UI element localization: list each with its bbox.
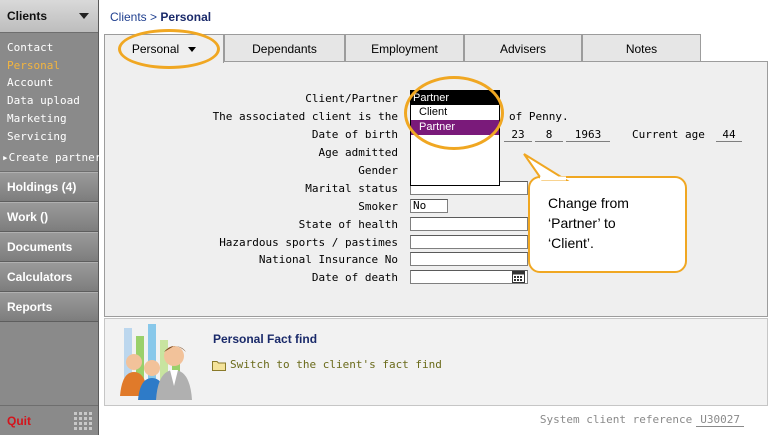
associated-client-label: The associated client is the <box>212 110 398 123</box>
date-of-death-field[interactable] <box>410 270 528 284</box>
hazardous-sports-field[interactable] <box>410 235 528 249</box>
dob-month-field[interactable]: 8 <box>535 128 563 142</box>
tab-dependants[interactable]: Dependants <box>224 34 345 62</box>
national-insurance-field[interactable] <box>410 252 528 266</box>
current-age-value: 44 <box>716 128 742 142</box>
sidebar-item-personal[interactable]: Personal <box>0 57 98 75</box>
smoker-label: Smoker <box>358 200 398 213</box>
client-partner-dropdown[interactable]: Partner Client Partner <box>410 90 500 186</box>
date-of-death-label: Date of death <box>311 271 398 284</box>
sidebar-section-label: Documents <box>7 239 73 254</box>
sidebar-section-calculators[interactable]: Calculators <box>0 261 98 292</box>
sidebar-section-documents[interactable]: Documents <box>0 231 98 262</box>
associated-client-suffix: of Penny. <box>509 110 569 123</box>
hazardous-sports-label: Hazardous sports / pastimes <box>219 236 398 249</box>
tab-label: Employment <box>371 41 438 56</box>
breadcrumb-parent[interactable]: Clients <box>110 10 147 24</box>
people-chart-icon <box>120 324 192 400</box>
bullet-arrow-icon: ▸ <box>2 151 9 165</box>
dropdown-option-client[interactable]: Client <box>411 105 499 120</box>
dob-day-field[interactable]: 23 <box>504 128 532 142</box>
sidebar-section-reports[interactable]: Reports <box>0 291 98 322</box>
national-insurance-label: National Insurance No <box>258 253 398 266</box>
dropdown-arrow-icon <box>188 46 197 52</box>
breadcrumb-current: Personal <box>160 10 212 24</box>
sidebar-section-label: Calculators <box>7 269 73 284</box>
sidebar-header-clients[interactable]: Clients <box>0 0 98 33</box>
switch-fact-find-label: Switch to the client's fact find <box>230 358 442 371</box>
current-age-label: Current age <box>632 128 705 141</box>
tab-label: Notes <box>625 41 658 56</box>
health-field[interactable] <box>410 217 528 231</box>
tab-employment[interactable]: Employment <box>345 34 464 62</box>
sidebar-section-label: Reports <box>7 299 53 314</box>
dropdown-arrow-icon <box>79 13 89 19</box>
system-ref-label: System client reference <box>539 413 693 426</box>
sidebar-section-label: Holdings (4) <box>7 179 77 194</box>
tab-advisers[interactable]: Advisers <box>464 34 582 62</box>
sidebar-header-label: Clients <box>7 9 48 23</box>
health-label: State of health <box>298 218 398 231</box>
tab-notes[interactable]: Notes <box>582 34 701 62</box>
sidebar-subnav: Contact Personal Account Data upload Mar… <box>0 33 101 172</box>
age-admitted-label: Age admitted <box>318 146 398 159</box>
quit-label: Quit <box>7 413 31 428</box>
instruction-callout: Change from ‘Partner’ to ‘Client’. <box>528 176 687 273</box>
tab-label: Advisers <box>499 41 546 56</box>
sidebar-section-label: Work () <box>7 209 49 224</box>
marital-status-label: Marital status <box>305 182 398 195</box>
sidebar-section-work[interactable]: Work () <box>0 201 98 232</box>
fact-find-title: Personal Fact find <box>213 332 318 346</box>
sidebar: Clients Contact Personal Account Data up… <box>0 0 101 435</box>
folder-icon <box>212 360 226 371</box>
dob-year-field[interactable]: 1963 <box>566 128 610 142</box>
sidebar-section-holdings[interactable]: Holdings (4) <box>0 171 98 202</box>
callout-pointer-icon <box>523 153 570 181</box>
system-ref-value: U30027 <box>696 413 744 427</box>
system-client-reference: System client reference U30027 <box>540 413 744 427</box>
sidebar-item-contact[interactable]: Contact <box>0 39 98 57</box>
sidebar-item-marketing[interactable]: Marketing <box>0 110 98 128</box>
dropdown-option-partner[interactable]: Partner <box>411 120 499 135</box>
callout-line: ‘Client’. <box>548 235 594 251</box>
sidebar-item-data-upload[interactable]: Data upload <box>0 92 98 110</box>
breadcrumb: Clients > Personal <box>110 10 211 24</box>
dob-label: Date of birth <box>311 128 398 141</box>
quit-button[interactable]: Quit <box>0 405 98 435</box>
tab-label: Personal <box>131 42 180 56</box>
client-partner-label: Client/Partner <box>305 92 398 105</box>
create-partner-label: Create partner <box>8 151 102 165</box>
tab-label: Dependants <box>252 41 317 56</box>
sidebar-item-account[interactable]: Account <box>0 74 98 92</box>
sidebar-item-create-partner[interactable]: ▸Create partner <box>0 149 101 167</box>
callout-line: ‘Partner’ to <box>548 215 616 231</box>
tab-personal[interactable]: Personal <box>104 34 224 63</box>
switch-fact-find-link[interactable]: Switch to the client's fact find <box>212 358 442 371</box>
callout-line: Change from <box>548 195 629 211</box>
gender-label: Gender <box>358 164 398 177</box>
breadcrumb-separator: > <box>150 10 158 24</box>
grip-icon <box>74 411 92 430</box>
smoker-select[interactable]: No <box>410 199 448 213</box>
dropdown-selected-value[interactable]: Partner <box>411 91 499 105</box>
calendar-icon[interactable] <box>512 271 525 283</box>
sidebar-item-servicing[interactable]: Servicing <box>0 128 98 146</box>
